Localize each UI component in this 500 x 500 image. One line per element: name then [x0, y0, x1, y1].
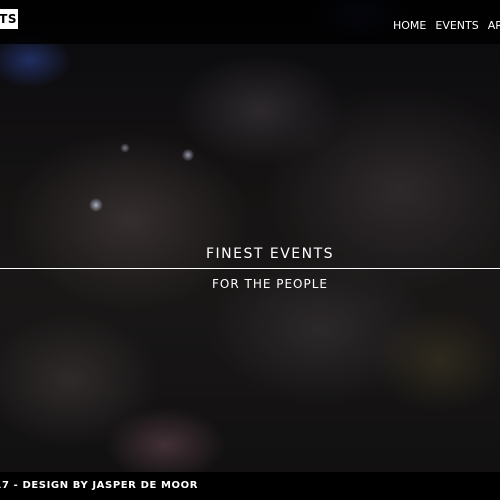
site-header: TS HOME EVENTS AR	[0, 0, 500, 44]
site-logo[interactable]: TS	[0, 9, 18, 29]
nav-item-events[interactable]: EVENTS	[435, 18, 478, 34]
main-nav: HOME EVENTS AR	[393, 14, 500, 32]
nav-item-ar[interactable]: AR	[488, 18, 500, 34]
hero-subheadline: FOR THE PEOPLE	[211, 277, 329, 291]
hero-headline: FINEST EVENTS	[205, 246, 335, 262]
nav-item-home[interactable]: HOME	[393, 18, 426, 34]
site-footer: TS 2017 - DESIGN BY JASPER DE MOOR	[0, 472, 500, 500]
hero-divider	[0, 268, 500, 269]
footer-credits: TS 2017 - DESIGN BY JASPER DE MOOR	[0, 480, 199, 491]
logo-text: TS	[0, 12, 17, 26]
page: TS HOME EVENTS AR FINEST EVENTS FOR THE PE…	[0, 0, 500, 500]
